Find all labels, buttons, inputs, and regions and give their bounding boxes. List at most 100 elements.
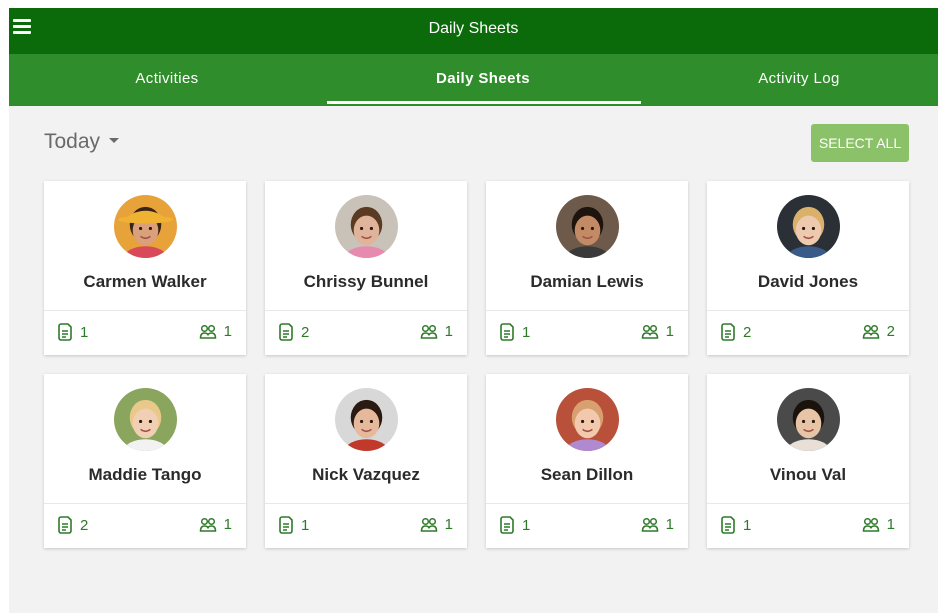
- date-filter-label: Today: [44, 130, 101, 153]
- group-icon: [862, 517, 880, 533]
- activities-count-value: 1: [223, 516, 232, 533]
- card-footer: 2 2: [707, 311, 909, 355]
- child-card[interactable]: Carmen Walker 1 1: [44, 181, 246, 355]
- child-name: Sean Dillon: [540, 465, 634, 484]
- app-frame: Daily Sheets Activities Daily Sheets Act…: [9, 8, 938, 613]
- child-card[interactable]: Nick Vazquez 1 1: [265, 374, 467, 548]
- avatar: [335, 195, 398, 258]
- document-icon: [278, 516, 294, 534]
- activities-count-value: 1: [223, 323, 232, 340]
- daily-sheets-count[interactable]: 2: [278, 323, 309, 341]
- activities-count-value: 1: [444, 323, 453, 340]
- card-header: Carmen Walker: [44, 181, 246, 311]
- daily-sheets-count[interactable]: 1: [57, 323, 88, 341]
- active-tab-indicator: [327, 101, 641, 104]
- sheets-count-value: 1: [522, 516, 531, 534]
- child-card[interactable]: Vinou Val 1 1: [707, 374, 909, 548]
- sheets-count-value: 1: [301, 516, 310, 534]
- card-header: Sean Dillon: [486, 374, 688, 504]
- document-icon: [720, 323, 736, 341]
- document-icon: [499, 516, 515, 534]
- daily-sheets-count[interactable]: 1: [499, 323, 530, 341]
- child-card[interactable]: Chrissy Bunnel 2 1: [265, 181, 467, 355]
- group-icon: [199, 324, 217, 340]
- child-name: Nick Vazquez: [312, 465, 420, 484]
- child-name: Chrissy Bunnel: [303, 272, 429, 291]
- card-footer: 2 1: [44, 504, 246, 548]
- daily-sheets-count[interactable]: 1: [499, 516, 530, 534]
- title-bar: Daily Sheets: [9, 8, 938, 54]
- select-all-button[interactable]: SELECT ALL: [811, 124, 909, 162]
- card-header: Nick Vazquez: [265, 374, 467, 504]
- child-card[interactable]: Maddie Tango 2 1: [44, 374, 246, 548]
- child-name: Damian Lewis: [530, 272, 644, 291]
- activities-count[interactable]: 1: [420, 516, 453, 533]
- sheets-count-value: 1: [743, 516, 752, 534]
- activities-count[interactable]: 1: [420, 323, 453, 340]
- group-icon: [862, 324, 880, 340]
- activities-count[interactable]: 1: [641, 323, 674, 340]
- group-icon: [199, 517, 217, 533]
- sheets-count-value: 2: [743, 323, 752, 341]
- tab-activity-log[interactable]: Activity Log: [641, 54, 938, 106]
- sheets-count-value: 1: [80, 323, 89, 341]
- child-card[interactable]: Sean Dillon 1 1: [486, 374, 688, 548]
- avatar: [556, 388, 619, 451]
- activities-count[interactable]: 1: [862, 516, 895, 533]
- document-icon: [278, 323, 294, 341]
- avatar: [777, 388, 840, 451]
- card-footer: 1 1: [486, 504, 688, 548]
- card-footer: 1 1: [265, 504, 467, 548]
- card-header: Vinou Val: [707, 374, 909, 504]
- daily-sheets-count[interactable]: 2: [57, 516, 88, 534]
- activities-count[interactable]: 1: [641, 516, 674, 533]
- caret-down-icon: [109, 137, 120, 143]
- document-icon: [57, 323, 73, 341]
- sheets-count-value: 2: [80, 516, 89, 534]
- card-footer: 1 1: [44, 311, 246, 355]
- tab-bar: Activities Daily Sheets Activity Log: [9, 54, 938, 106]
- card-header: Maddie Tango: [44, 374, 246, 504]
- activities-count[interactable]: 2: [862, 323, 895, 340]
- tab-activities[interactable]: Activities: [9, 54, 325, 106]
- card-header: Damian Lewis: [486, 181, 688, 311]
- avatar: [556, 195, 619, 258]
- app-title: Daily Sheets: [428, 20, 519, 37]
- child-card[interactable]: Damian Lewis 1 1: [486, 181, 688, 355]
- sheets-count-value: 1: [522, 323, 531, 341]
- group-icon: [420, 324, 438, 340]
- group-icon: [420, 517, 438, 533]
- card-header: David Jones: [707, 181, 909, 311]
- activities-count[interactable]: 1: [199, 516, 232, 533]
- child-card-grid: Carmen Walker 1 1 Chrissy Bunnel 2 1 Dam…: [44, 181, 910, 548]
- document-icon: [720, 516, 736, 534]
- document-icon: [57, 516, 73, 534]
- activities-count-value: 1: [665, 516, 674, 533]
- child-name: Vinou Val: [769, 465, 847, 484]
- card-footer: 1 1: [707, 504, 909, 548]
- daily-sheets-count[interactable]: 1: [278, 516, 309, 534]
- card-header: Chrissy Bunnel: [265, 181, 467, 311]
- avatar: [777, 195, 840, 258]
- activities-count-value: 1: [886, 516, 895, 533]
- daily-sheets-count[interactable]: 1: [720, 516, 751, 534]
- document-icon: [499, 323, 515, 341]
- card-footer: 1 1: [486, 311, 688, 355]
- group-icon: [641, 324, 659, 340]
- activities-count[interactable]: 1: [199, 323, 232, 340]
- group-icon: [641, 517, 659, 533]
- activities-count-value: 1: [444, 516, 453, 533]
- tab-daily-sheets[interactable]: Daily Sheets: [325, 54, 641, 106]
- child-name: Carmen Walker: [83, 272, 207, 291]
- date-filter-dropdown[interactable]: Today: [44, 130, 120, 154]
- avatar: [335, 388, 398, 451]
- avatar: [114, 388, 177, 451]
- sheets-count-value: 2: [301, 323, 310, 341]
- activities-count-value: 1: [665, 323, 674, 340]
- card-footer: 2 1: [265, 311, 467, 355]
- child-name: Maddie Tango: [88, 465, 202, 484]
- child-card[interactable]: David Jones 2 2: [707, 181, 909, 355]
- activities-count-value: 2: [886, 323, 895, 340]
- child-name: David Jones: [757, 272, 859, 291]
- daily-sheets-count[interactable]: 2: [720, 323, 751, 341]
